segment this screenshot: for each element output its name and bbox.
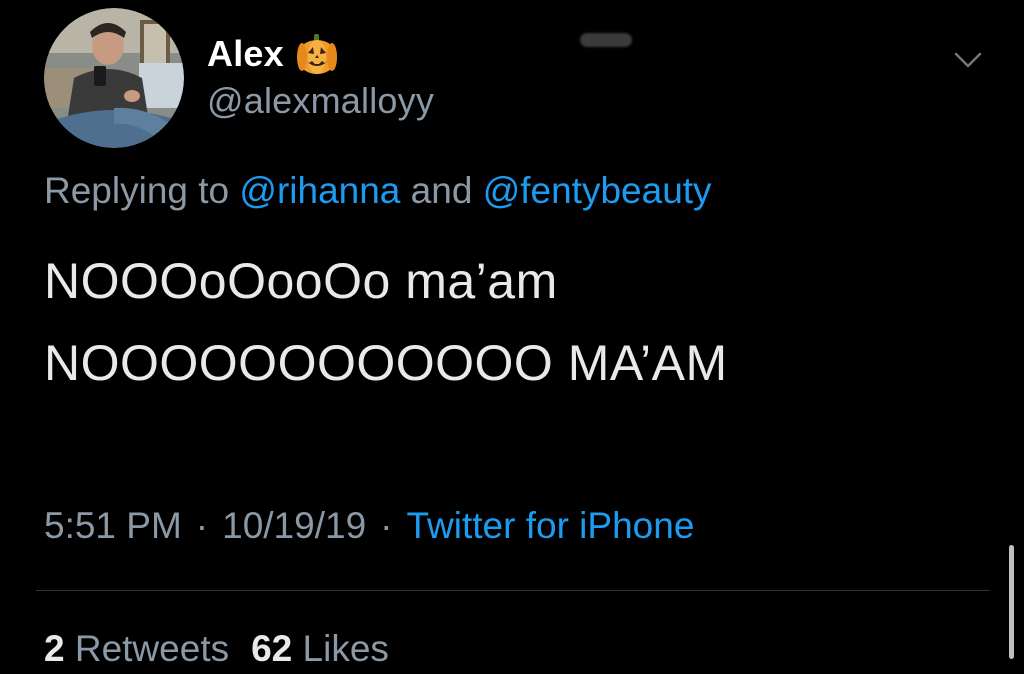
- avatar[interactable]: [44, 8, 184, 148]
- avatar-photo: [44, 8, 184, 148]
- meta-separator: ·: [380, 505, 393, 546]
- tweet-time: 5:51 PM: [44, 505, 182, 546]
- replying-to-line: Replying to @rihanna and @fentybeauty: [44, 170, 712, 212]
- likes-stat[interactable]: 62 Likes: [251, 628, 389, 669]
- retweets-stat[interactable]: 2 Retweets: [44, 628, 229, 669]
- tweet-stats: 2 Retweets 62 Likes: [44, 628, 389, 670]
- retweets-label: Retweets: [74, 628, 230, 669]
- likes-label: Likes: [302, 628, 389, 669]
- replying-to-label: Replying to: [44, 170, 230, 211]
- mention-link-fentybeauty[interactable]: @fentybeauty: [483, 170, 712, 211]
- tweet-source-link[interactable]: Twitter for iPhone: [406, 505, 694, 546]
- likes-count: 62: [251, 628, 293, 669]
- replying-to-conjunction: and: [410, 170, 473, 211]
- tweet-detail-screen: Alex @alexmalloyy Replying to @rihanna a…: [0, 0, 1024, 674]
- tweet-meta: 5:51 PM · 10/19/19 · Twitter for iPhone: [44, 505, 694, 547]
- author-display-name[interactable]: Alex: [207, 33, 284, 75]
- author-handle[interactable]: @alexmalloyy: [207, 80, 434, 122]
- scrollbar[interactable]: [1009, 545, 1014, 659]
- pumpkin-emoji-icon: [296, 34, 337, 74]
- tweet-text-line: NOOOOOOOOOOOO MA’AM: [44, 335, 728, 391]
- retweets-count: 2: [44, 628, 65, 669]
- tweet-date: 10/19/19: [222, 505, 367, 546]
- top-grabber-pill: [580, 33, 632, 47]
- mention-link-rihanna[interactable]: @rihanna: [239, 170, 400, 211]
- author-name-row[interactable]: Alex: [207, 30, 340, 78]
- meta-separator: ·: [195, 505, 209, 546]
- tweet-text-line: NOOOoOooOo ma’am: [44, 253, 558, 309]
- divider: [36, 590, 990, 591]
- chevron-down-icon[interactable]: [950, 42, 986, 78]
